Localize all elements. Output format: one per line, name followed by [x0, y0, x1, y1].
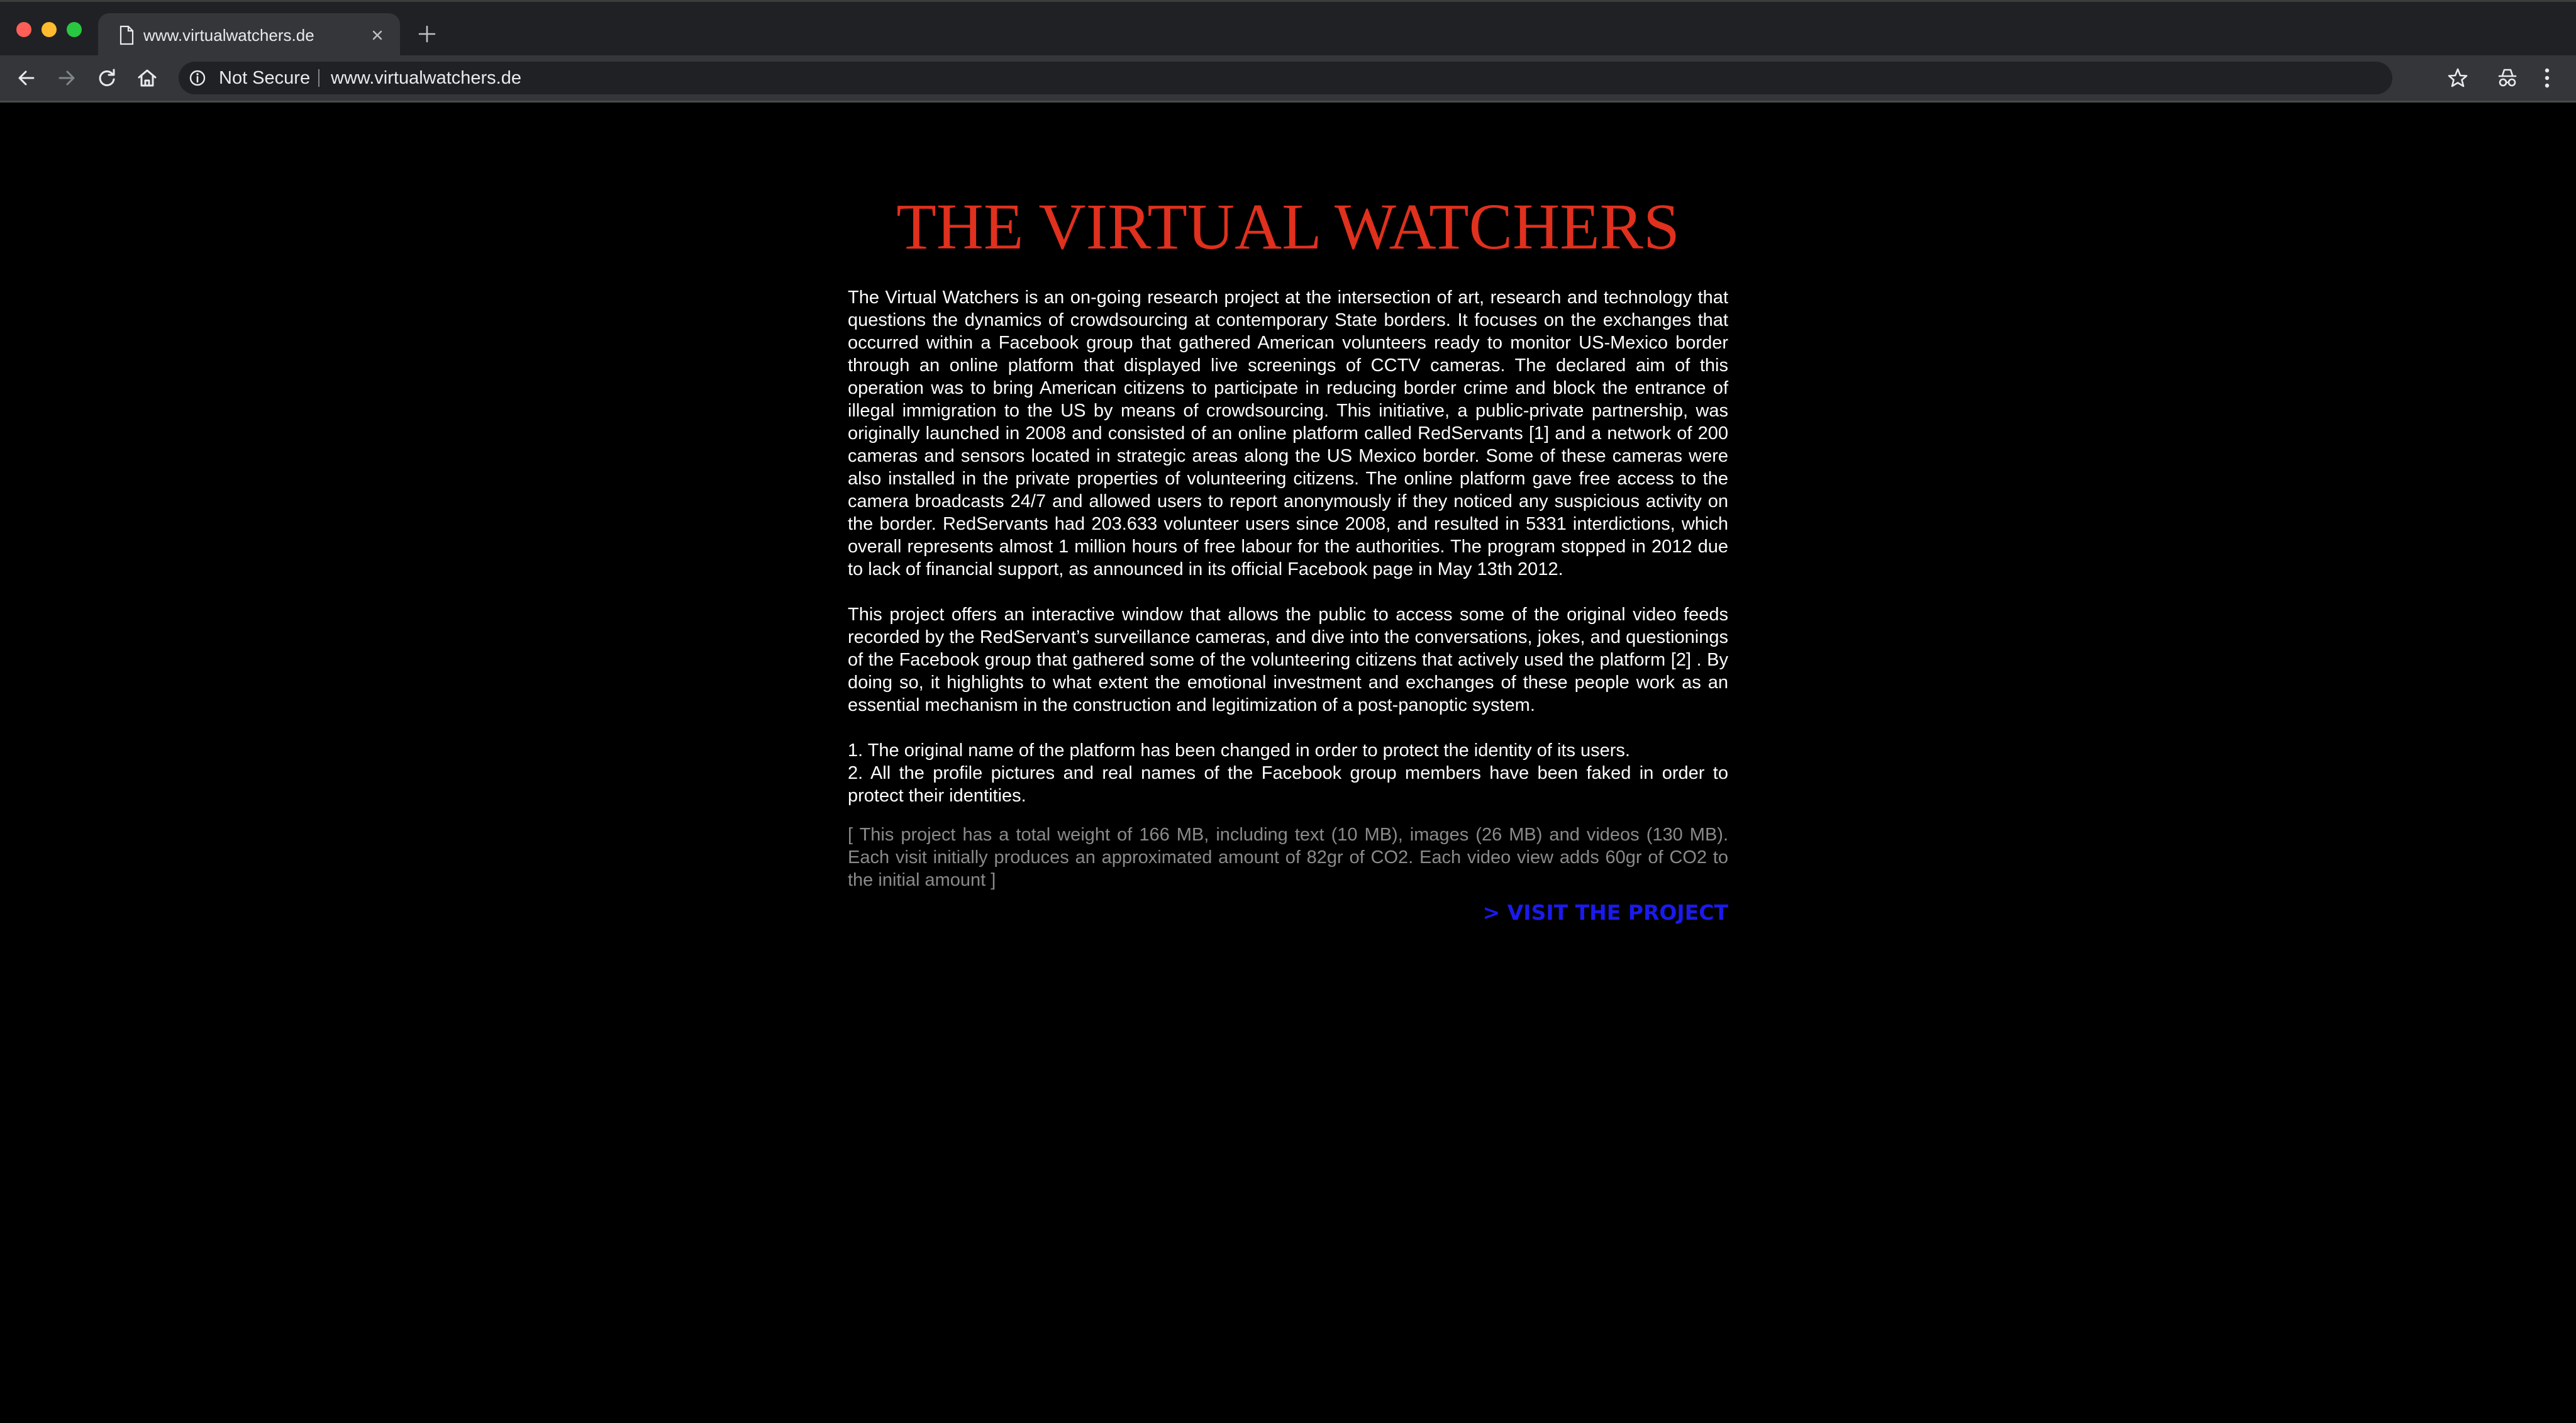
arrow-right-icon[interactable]	[55, 67, 78, 89]
tab-strip: www.virtualwatchers.de	[0, 0, 2576, 57]
footnote-1: 1. The original name of the platform has…	[848, 740, 1630, 761]
main-content: THE VIRTUAL WATCHERS The Virtual Watcher…	[848, 189, 1728, 925]
project-paragraph: This project offers an interactive windo…	[848, 605, 1728, 715]
home-icon[interactable]	[136, 67, 158, 89]
browser-toolbar: Not Secure www.virtualwatchers.de	[0, 55, 2576, 101]
window-minimize-button[interactable]	[42, 22, 57, 37]
visit-link-container: > VISIT THE PROJECT	[848, 900, 1728, 925]
browser-chrome: www.virtualwatchers.de Not Secure www.vi…	[0, 0, 2576, 103]
kebab-menu-icon[interactable]	[2538, 65, 2556, 91]
carbon-footprint-note: [ This project has a total weight of 166…	[848, 825, 1728, 890]
url-text[interactable]: www.virtualwatchers.de	[331, 67, 521, 89]
star-icon[interactable]	[2446, 67, 2469, 89]
footnote-2: 2. All the profile pictures and real nam…	[848, 763, 1728, 806]
arrow-left-icon[interactable]	[15, 67, 38, 89]
close-icon[interactable]	[367, 25, 387, 45]
visit-project-link[interactable]: > VISIT THE PROJECT	[1483, 900, 1728, 925]
plus-icon[interactable]	[416, 23, 438, 45]
intro-paragraph: The Virtual Watchers is an on-going rese…	[848, 287, 1728, 579]
info-icon[interactable]	[189, 69, 206, 87]
tab-title: www.virtualwatchers.de	[143, 26, 314, 45]
page-viewport: THE VIRTUAL WATCHERS The Virtual Watcher…	[0, 103, 2576, 1423]
reload-icon[interactable]	[96, 67, 118, 89]
incognito-icon[interactable]	[2496, 67, 2519, 89]
window-maximize-button[interactable]	[67, 22, 82, 37]
page-icon	[119, 25, 134, 45]
address-bar[interactable]: Not Secure www.virtualwatchers.de	[179, 62, 2392, 94]
window-close-button[interactable]	[16, 22, 31, 37]
footnotes: 1. The original name of the platform has…	[848, 739, 1728, 807]
security-status[interactable]: Not Secure	[219, 67, 310, 89]
omnibox-divider	[318, 69, 319, 87]
page-title: THE VIRTUAL WATCHERS	[896, 191, 1680, 263]
browser-tab[interactable]: www.virtualwatchers.de	[98, 13, 400, 57]
